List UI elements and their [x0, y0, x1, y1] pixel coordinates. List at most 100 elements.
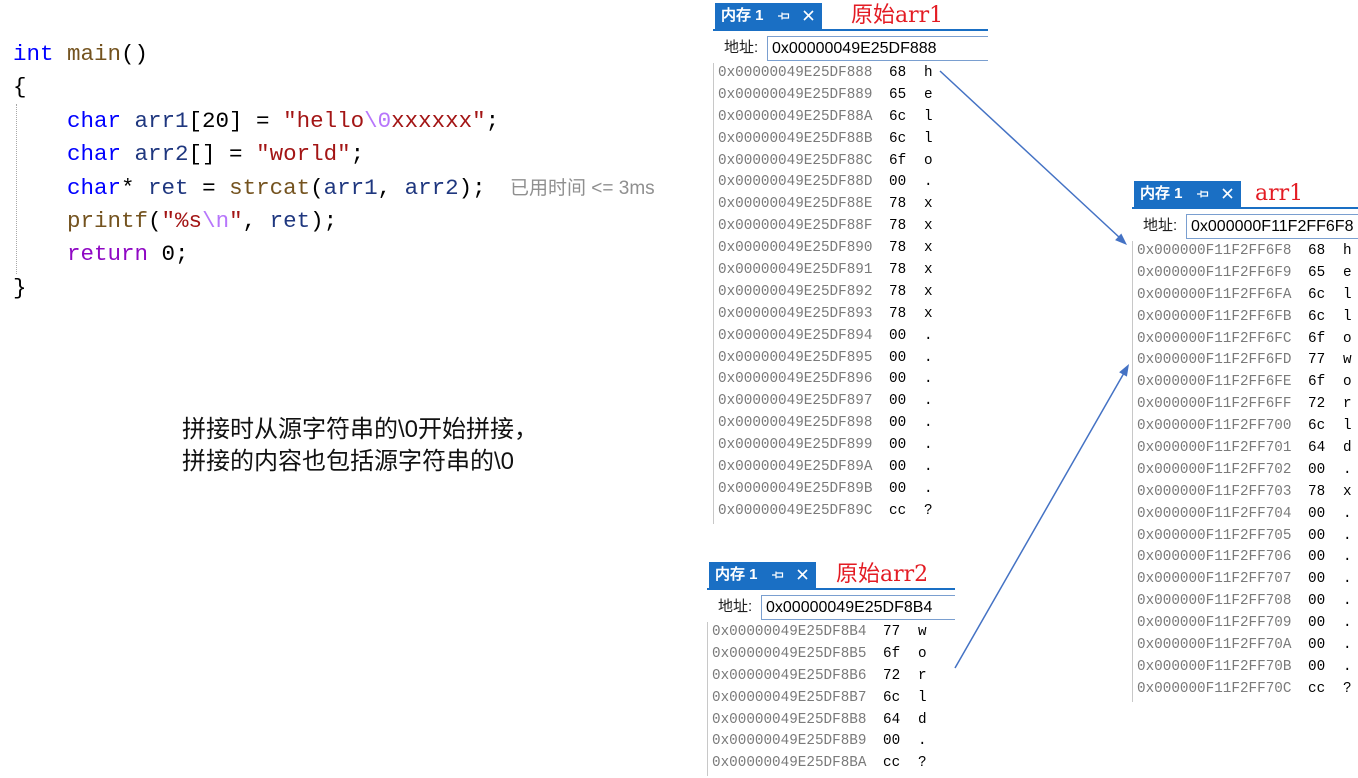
- memory-row-hex[interactable]: 78: [889, 238, 906, 260]
- memory-row-hex[interactable]: 00: [1308, 526, 1325, 548]
- memory-row-hex[interactable]: 68: [1308, 241, 1325, 263]
- memory-row-ascii[interactable]: .: [924, 413, 933, 435]
- memory-row-ascii[interactable]: r: [1343, 394, 1352, 416]
- memory-row-hex[interactable]: 00: [889, 326, 906, 348]
- pin-icon[interactable]: [1197, 189, 1209, 199]
- memory-row-hex[interactable]: 6c: [889, 107, 906, 129]
- memory-row-ascii[interactable]: .: [1343, 613, 1352, 635]
- perf-tip[interactable]: 已用时间 <= 3ms: [510, 178, 655, 200]
- memory-row-ascii[interactable]: .: [924, 348, 933, 370]
- memory-row-ascii[interactable]: ?: [918, 753, 927, 775]
- memory-row-ascii[interactable]: .: [924, 172, 933, 194]
- memory-row-ascii[interactable]: o: [918, 644, 927, 666]
- tab-memory-1[interactable]: 内存 1: [715, 3, 822, 29]
- memory-row-hex[interactable]: 6c: [889, 129, 906, 151]
- memory-row-ascii[interactable]: ?: [924, 501, 933, 523]
- memory-row-ascii[interactable]: x: [1343, 482, 1352, 504]
- memory-row-hex[interactable]: 6c: [1308, 416, 1325, 438]
- memory-row-ascii[interactable]: .: [924, 479, 933, 501]
- memory-row-hex[interactable]: 77: [883, 622, 900, 644]
- pin-icon[interactable]: [772, 570, 784, 580]
- memory-row-hex[interactable]: 6f: [1308, 372, 1325, 394]
- memory-row-hex[interactable]: 6f: [883, 644, 900, 666]
- memory-row-hex[interactable]: 00: [1308, 591, 1325, 613]
- pin-icon[interactable]: [778, 11, 790, 21]
- memory-row-hex[interactable]: 00: [889, 479, 906, 501]
- memory-row-ascii[interactable]: w: [918, 622, 927, 644]
- memory-row-hex[interactable]: 65: [1308, 263, 1325, 285]
- memory-row-ascii[interactable]: x: [924, 194, 933, 216]
- memory-row-ascii[interactable]: d: [918, 710, 927, 732]
- memory-row-hex[interactable]: cc: [1308, 679, 1325, 701]
- memory-row-hex[interactable]: 6f: [1308, 329, 1325, 351]
- memory-row-ascii[interactable]: .: [924, 457, 933, 479]
- tab-memory-1[interactable]: 内存 1: [1134, 181, 1241, 207]
- memory-row-ascii[interactable]: l: [924, 129, 933, 151]
- memory-row-ascii[interactable]: l: [918, 688, 927, 710]
- memory-row-ascii[interactable]: l: [1343, 285, 1352, 307]
- code-editor[interactable]: int main(){ char arr1[20] = "hello\0xxxx…: [13, 38, 499, 305]
- memory-row-hex[interactable]: 78: [889, 304, 906, 326]
- memory-row-ascii[interactable]: e: [924, 85, 933, 107]
- memory-row-ascii[interactable]: l: [924, 107, 933, 129]
- memory-row-hex[interactable]: 00: [883, 731, 900, 753]
- memory-row-hex[interactable]: 00: [1308, 613, 1325, 635]
- memory-row-hex[interactable]: 64: [1308, 438, 1325, 460]
- memory-row-hex[interactable]: 77: [1308, 350, 1325, 372]
- memory-row-ascii[interactable]: .: [924, 435, 933, 457]
- memory-row-hex[interactable]: 00: [1308, 504, 1325, 526]
- memory-row-hex[interactable]: 00: [889, 391, 906, 413]
- memory-row-hex[interactable]: 72: [883, 666, 900, 688]
- memory-row-hex[interactable]: 78: [889, 194, 906, 216]
- memory-row-ascii[interactable]: .: [1343, 635, 1352, 657]
- memory-row-hex[interactable]: 00: [889, 413, 906, 435]
- memory-row-ascii[interactable]: o: [924, 151, 933, 173]
- memory-row-ascii[interactable]: .: [1343, 547, 1352, 569]
- memory-row-hex[interactable]: 72: [1308, 394, 1325, 416]
- memory-row-hex[interactable]: 00: [1308, 657, 1325, 679]
- memory-row-hex[interactable]: 00: [889, 172, 906, 194]
- memory-row-ascii[interactable]: ?: [1343, 679, 1352, 701]
- memory-row-hex[interactable]: 6c: [1308, 285, 1325, 307]
- memory-row-hex[interactable]: 6f: [889, 151, 906, 173]
- memory-row-ascii[interactable]: h: [1343, 241, 1352, 263]
- memory-row-hex[interactable]: 78: [1308, 482, 1325, 504]
- memory-row-ascii[interactable]: w: [1343, 350, 1352, 372]
- address-input[interactable]: 0x00000049E25DF8B4: [761, 595, 955, 620]
- memory-row-hex[interactable]: 00: [1308, 460, 1325, 482]
- memory-row-hex[interactable]: cc: [889, 501, 906, 523]
- memory-row-hex[interactable]: 65: [889, 85, 906, 107]
- memory-row-ascii[interactable]: x: [924, 238, 933, 260]
- memory-row-ascii[interactable]: l: [1343, 307, 1352, 329]
- memory-row-ascii[interactable]: .: [1343, 657, 1352, 679]
- memory-row-ascii[interactable]: x: [924, 216, 933, 238]
- memory-row-ascii[interactable]: o: [1343, 372, 1352, 394]
- address-input[interactable]: 0x00000049E25DF888: [767, 36, 988, 61]
- memory-row-ascii[interactable]: .: [1343, 460, 1352, 482]
- memory-row-ascii[interactable]: x: [924, 304, 933, 326]
- close-icon[interactable]: [797, 569, 808, 580]
- address-input[interactable]: 0x000000F11F2FF6F8: [1186, 214, 1358, 239]
- memory-row-ascii[interactable]: .: [918, 731, 927, 753]
- memory-row-ascii[interactable]: x: [924, 282, 933, 304]
- memory-row-hex[interactable]: 6c: [1308, 307, 1325, 329]
- memory-row-ascii[interactable]: e: [1343, 263, 1352, 285]
- memory-row-hex[interactable]: 00: [889, 435, 906, 457]
- memory-row-hex[interactable]: 68: [889, 63, 906, 85]
- memory-row-ascii[interactable]: h: [924, 63, 933, 85]
- tab-memory-1[interactable]: 内存 1: [709, 562, 816, 588]
- memory-row-ascii[interactable]: .: [1343, 591, 1352, 613]
- memory-row-ascii[interactable]: .: [1343, 504, 1352, 526]
- close-icon[interactable]: [1222, 188, 1233, 199]
- memory-row-hex[interactable]: 6c: [883, 688, 900, 710]
- memory-row-ascii[interactable]: .: [924, 326, 933, 348]
- memory-row-ascii[interactable]: .: [924, 391, 933, 413]
- memory-row-hex[interactable]: 00: [889, 369, 906, 391]
- memory-row-ascii[interactable]: .: [1343, 569, 1352, 591]
- memory-row-hex[interactable]: cc: [883, 753, 900, 775]
- memory-row-ascii[interactable]: d: [1343, 438, 1352, 460]
- memory-row-hex[interactable]: 64: [883, 710, 900, 732]
- memory-row-ascii[interactable]: .: [924, 369, 933, 391]
- memory-row-hex[interactable]: 00: [1308, 635, 1325, 657]
- memory-row-hex[interactable]: 78: [889, 216, 906, 238]
